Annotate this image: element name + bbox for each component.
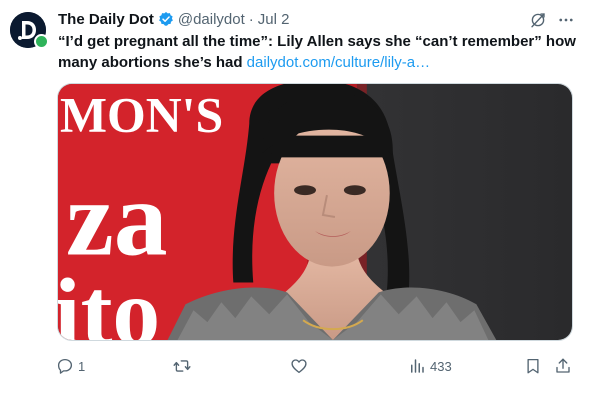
bookmark-button[interactable] (524, 355, 542, 377)
views-button[interactable]: 433 (408, 355, 452, 377)
views-count: 433 (430, 358, 452, 374)
share-icon (556, 358, 570, 373)
retweet-button[interactable] (172, 355, 196, 377)
display-name[interactable]: The Daily Dot (58, 11, 154, 28)
tweet-text: “I’d get pregnant all the time”: Lily Al… (58, 31, 578, 73)
timestamp[interactable]: Jul 2 (258, 11, 290, 28)
share-button[interactable] (554, 355, 572, 377)
views-chart-icon (411, 359, 424, 373)
like-button[interactable] (290, 355, 312, 377)
article-link[interactable]: dailydot.com/culture/lily-a… (247, 54, 430, 71)
tweet-header: The Daily Dot @dailydot · Jul 2 (58, 8, 289, 30)
grok-icon[interactable] (528, 10, 548, 30)
avatar[interactable] (10, 12, 49, 49)
more-options-icon[interactable] (556, 10, 576, 30)
bookmark-icon (527, 358, 539, 374)
tweet-media-image[interactable]: MON'S za ito (57, 83, 573, 341)
tweet[interactable]: The Daily Dot @dailydot · Jul 2 “I’d get… (0, 0, 592, 410)
media-photo: MON'S za ito (58, 84, 572, 340)
reply-count: 1 (78, 358, 86, 374)
header-separator: · (248, 10, 254, 28)
backdrop-text-top: MON'S (60, 88, 223, 143)
handle[interactable]: @dailydot (178, 11, 245, 28)
backdrop-text-bottom: ito (58, 259, 160, 340)
verified-badge-icon[interactable] (158, 11, 174, 27)
reply-button[interactable]: 1 (56, 355, 85, 377)
heart-icon (291, 359, 307, 374)
tweet-actions: 1 433 (52, 355, 582, 377)
online-status-dot (34, 34, 49, 49)
reply-icon (57, 358, 73, 374)
retweet-icon (173, 360, 191, 372)
